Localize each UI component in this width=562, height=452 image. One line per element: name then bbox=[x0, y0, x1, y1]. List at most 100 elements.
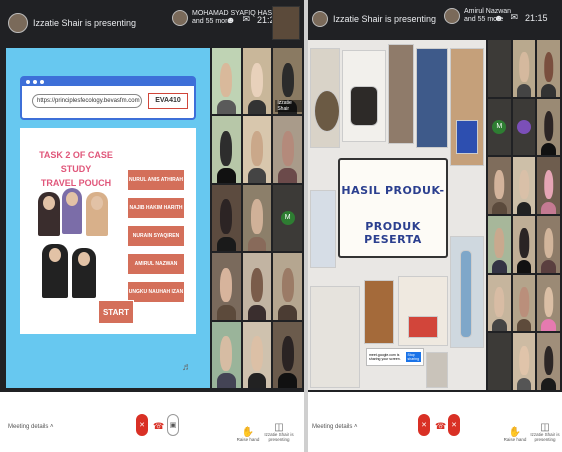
presenter-chip[interactable]: Izzatie Shair is presenting bbox=[312, 8, 436, 30]
present-button[interactable]: ◫ Izzatie Shair is presenting bbox=[528, 422, 562, 443]
product-photo bbox=[426, 352, 448, 388]
participant-tile[interactable] bbox=[537, 157, 560, 214]
participant-tile[interactable] bbox=[488, 274, 511, 332]
title-board: HASIL PRODUK- PRODUK PESERTA bbox=[338, 158, 448, 258]
participant-tile[interactable] bbox=[512, 274, 536, 332]
url-box: https://principlesfecology.bevasfm.com bbox=[32, 94, 142, 108]
participant-avatar bbox=[172, 10, 188, 26]
participant-tile[interactable]: Izzatie Shair bbox=[273, 48, 302, 115]
participant-tile[interactable] bbox=[537, 40, 560, 97]
participant-tile[interactable] bbox=[212, 116, 241, 183]
present-icon: ◫ bbox=[540, 422, 550, 433]
bottom-bar: Meeting details ˄ ✕ ☎ ▣ ✋ Raise hand ◫ I… bbox=[0, 392, 304, 452]
mic-off-icon: ✕ bbox=[421, 422, 427, 429]
pencil-holder-photo bbox=[408, 316, 438, 338]
product-photo bbox=[310, 286, 360, 388]
participant-tile[interactable] bbox=[212, 321, 241, 388]
people-icon[interactable]: ☻ bbox=[494, 13, 503, 23]
raise-hand-button[interactable]: ✋ Raise hand bbox=[231, 427, 265, 443]
pot-photo bbox=[350, 86, 378, 126]
participant-tile[interactable]: M bbox=[488, 98, 511, 156]
participant-tile[interactable] bbox=[488, 216, 511, 273]
butterfly-photo bbox=[364, 280, 394, 344]
name-button[interactable]: AMIRUL NAZWAN bbox=[128, 254, 184, 274]
hand-icon: ✋ bbox=[241, 427, 255, 438]
participant-tile[interactable] bbox=[242, 184, 272, 252]
mic-button[interactable]: ✕ bbox=[418, 414, 430, 436]
course-code: EVA410 bbox=[148, 93, 188, 109]
participant-tile[interactable] bbox=[242, 116, 272, 183]
dot-icon bbox=[26, 80, 30, 84]
drawer-photo bbox=[456, 120, 478, 154]
self-view[interactable] bbox=[272, 6, 300, 40]
start-button[interactable]: START bbox=[98, 300, 134, 324]
present-button[interactable]: ◫ Izzatie Shair is presenting bbox=[262, 423, 296, 443]
name-button[interactable]: NURAIN SYAQIREN bbox=[128, 226, 184, 246]
presenter-text: Izzatie Shair is presenting bbox=[333, 14, 437, 24]
member-photo bbox=[86, 192, 108, 236]
presenter-chip[interactable]: Izzatie Shair is presenting bbox=[8, 12, 136, 34]
tile-label: Izzatie Shair bbox=[275, 100, 302, 113]
presenting-label: Izzatie Shair is presenting bbox=[264, 432, 294, 442]
name-button[interactable]: NURUL ANIS ATHIRAH bbox=[128, 170, 184, 190]
participant-tile[interactable] bbox=[212, 184, 241, 252]
participant-initial: M bbox=[280, 210, 295, 225]
slide-title-line1: TASK 2 OF CASE STUDY bbox=[39, 150, 113, 174]
meeting-details-button[interactable]: Meeting details ˄ bbox=[312, 424, 358, 430]
presenter-avatar bbox=[8, 13, 28, 33]
participant-tile[interactable] bbox=[273, 116, 302, 183]
participant-initial: M bbox=[492, 119, 507, 134]
participant-tile[interactable] bbox=[512, 40, 536, 97]
participant-tile[interactable] bbox=[537, 216, 560, 273]
screenshot-collage: Izzatie Shair is presenting MOHAMAD SYAF… bbox=[0, 0, 562, 452]
participant-grid: Izzatie Shair M bbox=[212, 48, 302, 388]
participant-tile[interactable] bbox=[273, 253, 302, 320]
people-icon[interactable]: ☻ bbox=[226, 15, 235, 25]
presenting-label: Izzatie Shair is presenting bbox=[530, 432, 560, 442]
participant-tile[interactable] bbox=[488, 333, 511, 390]
participant-tile[interactable] bbox=[242, 48, 272, 115]
camera-button[interactable]: ▣ bbox=[167, 414, 179, 436]
hangup-button[interactable]: ☎ bbox=[153, 421, 164, 432]
participant-tile[interactable] bbox=[512, 216, 536, 273]
mic-button[interactable]: ✕ bbox=[136, 414, 148, 436]
chat-icon[interactable]: ✉ bbox=[242, 14, 250, 25]
presentation-stage: https://principlesfecology.bevasfm.com E… bbox=[6, 48, 210, 388]
camera-off-icon: ▣ bbox=[169, 422, 177, 429]
participant-tile[interactable] bbox=[212, 48, 241, 115]
dialog-text: meet.google.com is sharing your screen. bbox=[369, 353, 401, 361]
dot-icon bbox=[40, 80, 44, 84]
bottle-photo bbox=[460, 250, 472, 338]
chat-icon[interactable]: ✉ bbox=[510, 12, 518, 23]
participant-tile[interactable] bbox=[537, 98, 560, 156]
participant-tile[interactable] bbox=[242, 253, 272, 320]
camera-off-icon: ✕ bbox=[451, 422, 457, 429]
clock-photo bbox=[314, 90, 340, 132]
participant-tile[interactable] bbox=[488, 40, 511, 97]
name-button[interactable]: NAJIB HAKIM HARITH bbox=[128, 198, 184, 218]
member-photo bbox=[42, 244, 68, 298]
name-button[interactable]: UNGKU NAUHAH IZAN bbox=[128, 282, 184, 302]
participant-tile[interactable] bbox=[242, 321, 272, 388]
participant-grid: M bbox=[488, 40, 560, 390]
bag-photo bbox=[416, 48, 448, 148]
participant-tile[interactable] bbox=[488, 157, 511, 214]
participant-tile[interactable] bbox=[512, 98, 536, 156]
stop-sharing-button[interactable]: Stop sharing bbox=[405, 352, 421, 362]
participant-tile[interactable] bbox=[212, 253, 241, 320]
participant-tile[interactable] bbox=[273, 321, 302, 388]
camera-button[interactable]: ✕ bbox=[448, 414, 460, 436]
dot-icon bbox=[33, 80, 37, 84]
participant-tile[interactable]: M bbox=[273, 184, 302, 252]
hangup-button[interactable]: ☎ bbox=[435, 421, 446, 432]
participant-tile[interactable] bbox=[512, 157, 536, 214]
raise-hand-label: Raise hand bbox=[503, 437, 527, 442]
product-photo bbox=[310, 190, 336, 268]
participant-tile[interactable] bbox=[537, 274, 560, 332]
participant-tile[interactable] bbox=[512, 333, 536, 390]
browser-bar bbox=[22, 78, 194, 86]
raise-hand-button[interactable]: ✋ Raise hand bbox=[498, 428, 532, 443]
self-view-thumb bbox=[272, 6, 300, 40]
meeting-details-button[interactable]: Meeting details ˄ bbox=[8, 424, 54, 430]
participant-tile[interactable] bbox=[537, 333, 560, 390]
